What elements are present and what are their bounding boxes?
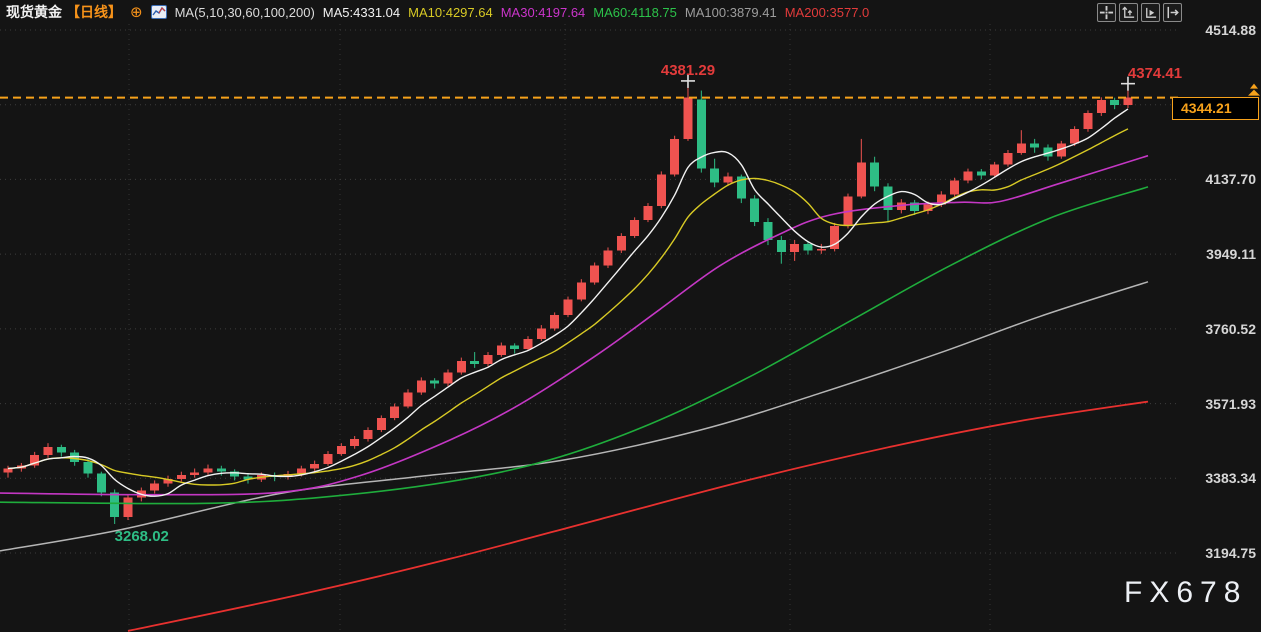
candle-body [177, 475, 186, 479]
ma-params-label: MA(5,10,30,60,100,200) [175, 5, 315, 20]
candle-body [4, 469, 13, 473]
candle-body [817, 249, 826, 251]
peak-price-label: 4381.29 [661, 62, 715, 79]
ma10-value: MA10:4297.64 [408, 5, 493, 20]
ma5-value: MA5:4331.04 [323, 5, 400, 20]
candle-body [603, 251, 612, 266]
candle-body [443, 373, 452, 384]
y-axis-label: 3949.11 [1206, 246, 1256, 262]
y-axis-label: 3571.93 [1205, 396, 1256, 412]
indicator-settings-icon[interactable]: ⊕ [130, 5, 143, 20]
candle-body [630, 220, 639, 236]
chart-toolbar [1097, 3, 1182, 22]
candle-body [710, 169, 719, 183]
candle-body [337, 446, 346, 454]
candle-body [803, 244, 812, 251]
candle-body [483, 355, 492, 364]
candle-body [643, 206, 652, 220]
candle-body [417, 381, 426, 393]
candle-body [97, 474, 106, 493]
ma60-value: MA60:4118.75 [593, 5, 677, 20]
candle-body [963, 171, 972, 180]
low-price-label: 3268.02 [115, 528, 169, 545]
candle-body [403, 392, 412, 406]
price-axis[interactable]: 4514.88 4137.70 3949.11 3760.52 3571.93 3383.… [1151, 0, 1261, 632]
candle-body [350, 439, 359, 446]
candle-body [123, 497, 132, 517]
period-label[interactable]: 【日线】 [66, 2, 122, 22]
y-axis-label: 3194.75 [1205, 545, 1256, 561]
crosshair-icon[interactable] [1097, 3, 1116, 22]
candle-body [470, 361, 479, 364]
candle-body [203, 469, 212, 473]
candle-body [323, 454, 332, 464]
ma100-value: MA100:3879.41 [685, 5, 777, 20]
candle-body [1097, 100, 1106, 113]
ma60-line [0, 187, 1148, 504]
latest-high-price-label: 4374.41 [1128, 65, 1182, 82]
candle-body [577, 282, 586, 299]
candle-body [1083, 113, 1092, 129]
candle-body [363, 430, 372, 439]
candle-body [390, 406, 399, 418]
ma30-line [0, 156, 1148, 495]
candle-body [510, 346, 519, 349]
candle-body [150, 484, 159, 491]
ma-indicator-icon[interactable] [151, 5, 167, 19]
ma100-line [0, 282, 1148, 551]
candle-body [1030, 144, 1039, 148]
chart-header: 现货黄金 【日线】 ⊕ MA(5,10,30,60,100,200) MA5:4… [6, 2, 869, 22]
candle-body [190, 472, 199, 474]
candle-body [857, 163, 866, 197]
candle-body [950, 180, 959, 194]
candle-body [110, 492, 119, 517]
trading-chart-window: 现货黄金 【日线】 ⊕ MA(5,10,30,60,100,200) MA5:4… [0, 0, 1261, 632]
candle-body [43, 447, 52, 455]
y-axis-label: 4137.70 [1205, 171, 1256, 187]
candle-body [777, 240, 786, 252]
candle-body [1003, 153, 1012, 165]
y-axis-label: 3383.34 [1205, 470, 1256, 486]
candle-body [497, 346, 506, 355]
y-axis-label: 4514.88 [1205, 22, 1256, 38]
ma30-value: MA30:4197.64 [501, 5, 586, 20]
candle-body [1110, 100, 1119, 105]
candle-body [1070, 129, 1079, 144]
candle-body [990, 165, 999, 176]
candle-body [217, 469, 226, 472]
symbol-title: 现货黄金 [6, 2, 62, 22]
candle-body [1017, 144, 1026, 153]
axis-arrow-icon[interactable] [1119, 3, 1138, 22]
exit-arrow-icon[interactable] [1163, 3, 1182, 22]
candle-body [870, 163, 879, 187]
axis-play-icon[interactable] [1141, 3, 1160, 22]
y-axis-label: 3760.52 [1205, 321, 1256, 337]
candle-body [1123, 98, 1132, 105]
candle-body [657, 175, 666, 207]
ma200-value: MA200:3577.0 [785, 5, 870, 20]
candle-body [377, 418, 386, 430]
candle-body [763, 222, 772, 240]
candle-body [563, 299, 572, 315]
candle-body [83, 462, 92, 474]
candle-body [310, 464, 319, 469]
candle-body [523, 339, 532, 349]
candle-body [590, 266, 599, 283]
candle-body [430, 381, 439, 384]
current-price-box: 4344.21 [1172, 97, 1259, 120]
candle-body [723, 177, 732, 183]
candle-body [617, 236, 626, 251]
candle-body [977, 171, 986, 175]
candle-body [457, 361, 466, 373]
candlestick-chart[interactable] [0, 0, 1261, 632]
candle-body [57, 447, 66, 453]
ma200-line [128, 402, 1148, 631]
candle-body [750, 198, 759, 222]
candle-body [537, 328, 546, 339]
candle-body [790, 244, 799, 252]
candle-body [683, 97, 692, 139]
candle-body [670, 139, 679, 175]
candle-body [550, 315, 559, 328]
